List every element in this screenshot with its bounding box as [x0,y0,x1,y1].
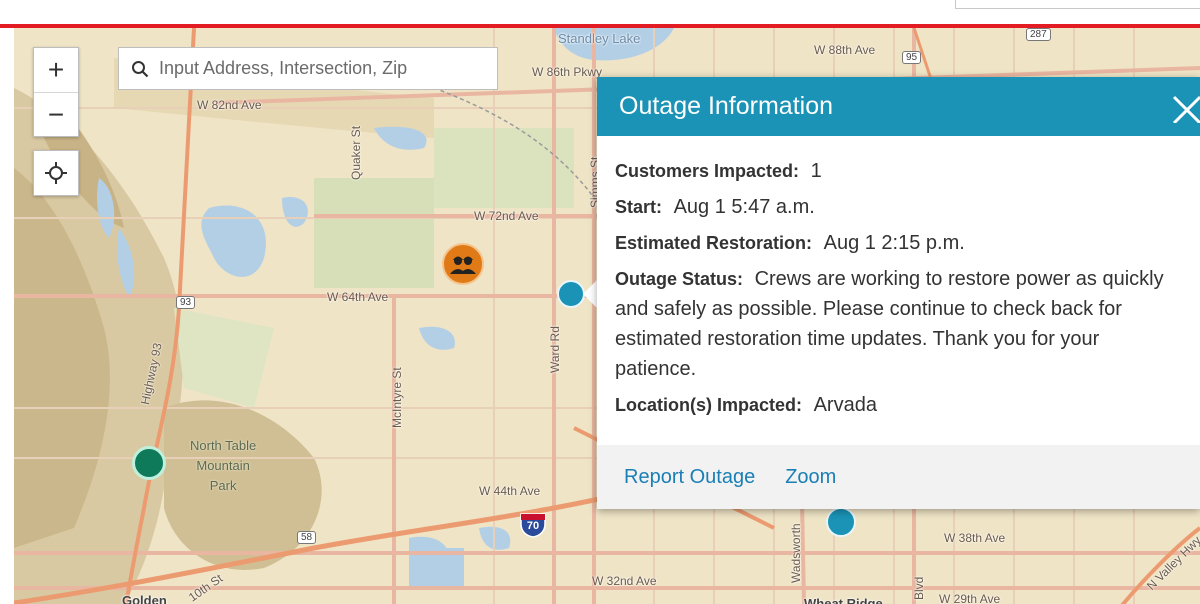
start-value: Aug 1 5:47 a.m. [673,196,815,218]
outage-marker-teal[interactable] [826,507,856,537]
popup-pointer [583,280,597,308]
shield-93: 93 [176,296,196,309]
label-w44th: W 44th Ave [479,484,541,498]
label-ward: Ward Rd [548,326,562,373]
popup-footer: Report Outage Zoom [597,445,1200,509]
popup-body: Customers Impacted: 1 Start: Aug 1 5:47 … [597,136,1200,420]
shield-58: 58 [297,531,317,544]
shield-287: 287 [1026,28,1051,41]
label-w86th: W 86th Pkwy [532,65,603,79]
locate-icon [45,162,67,184]
interstate-70-label: 70 [526,520,540,532]
estimated-restoration-value: Aug 1 2:15 p.m. [823,232,965,254]
estimated-restoration-row: Estimated Restoration: Aug 1 2:15 p.m. [615,228,1182,258]
park-line-1: North Table [190,438,257,453]
popup-header: Outage Information [597,77,1200,136]
customers-label: Customers Impacted: [615,161,800,181]
crew-marker[interactable] [442,243,484,285]
zoom-in-button[interactable]: + [34,48,78,92]
location-label: Location(s) Impacted: [615,395,803,415]
label-w72nd: W 72nd Ave [474,209,539,223]
zoom-link[interactable]: Zoom [785,466,836,489]
outage-marker-green[interactable] [132,446,166,480]
interstate-70-shield: 70 [519,510,547,538]
outage-status-label: Outage Status: [615,269,744,289]
start-label: Start: [615,197,663,217]
label-w82nd: W 82nd Ave [197,98,262,112]
park-line-2: Mountain [196,458,250,473]
label-w38th: W 38th Ave [944,531,1006,545]
report-outage-link[interactable]: Report Outage [624,466,755,489]
label-golden: Golden [122,593,167,604]
popup-title: Outage Information [619,92,834,120]
outage-popup: Outage Information Customers Impacted: 1… [597,77,1200,509]
label-wheat-ridge: Wheat Ridge [804,596,883,604]
label-w32nd: W 32nd Ave [592,574,657,588]
label-w64th: W 64th Ave [327,290,389,304]
location-row: Location(s) Impacted: Arvada [615,390,1182,420]
close-icon[interactable] [1166,89,1200,123]
label-wadsworth: Wadsworth [789,523,803,583]
zoom-control: + − [33,47,79,137]
customers-row: Customers Impacted: 1 [615,156,1182,186]
header-box [955,0,1200,9]
search-icon[interactable] [131,60,149,78]
label-standley-lake: Standley Lake [558,31,641,46]
location-value: Arvada [813,394,877,416]
customers-value: 1 [810,160,822,182]
outage-status-row: Outage Status: Crews are working to rest… [615,264,1182,384]
estimated-restoration-label: Estimated Restoration: [615,233,813,253]
label-w88th: W 88th Ave [814,43,876,57]
zoom-out-button[interactable]: − [34,92,78,137]
label-north-table-park: North Table Mountain Park [190,436,256,496]
search-box [118,47,498,90]
park-line-3: Park [209,478,237,493]
crew-icon [450,256,476,274]
outage-marker-selected[interactable] [557,280,585,308]
start-row: Start: Aug 1 5:47 a.m. [615,192,1182,222]
label-w29th: W 29th Ave [939,592,1001,604]
label-blvd: Blvd [912,576,926,600]
label-quaker: Quaker St [349,125,363,180]
search-input[interactable] [157,57,491,80]
label-mcintyre: McIntyre St [390,367,404,428]
locate-button[interactable] [33,150,79,196]
shield-95: 95 [902,51,922,64]
